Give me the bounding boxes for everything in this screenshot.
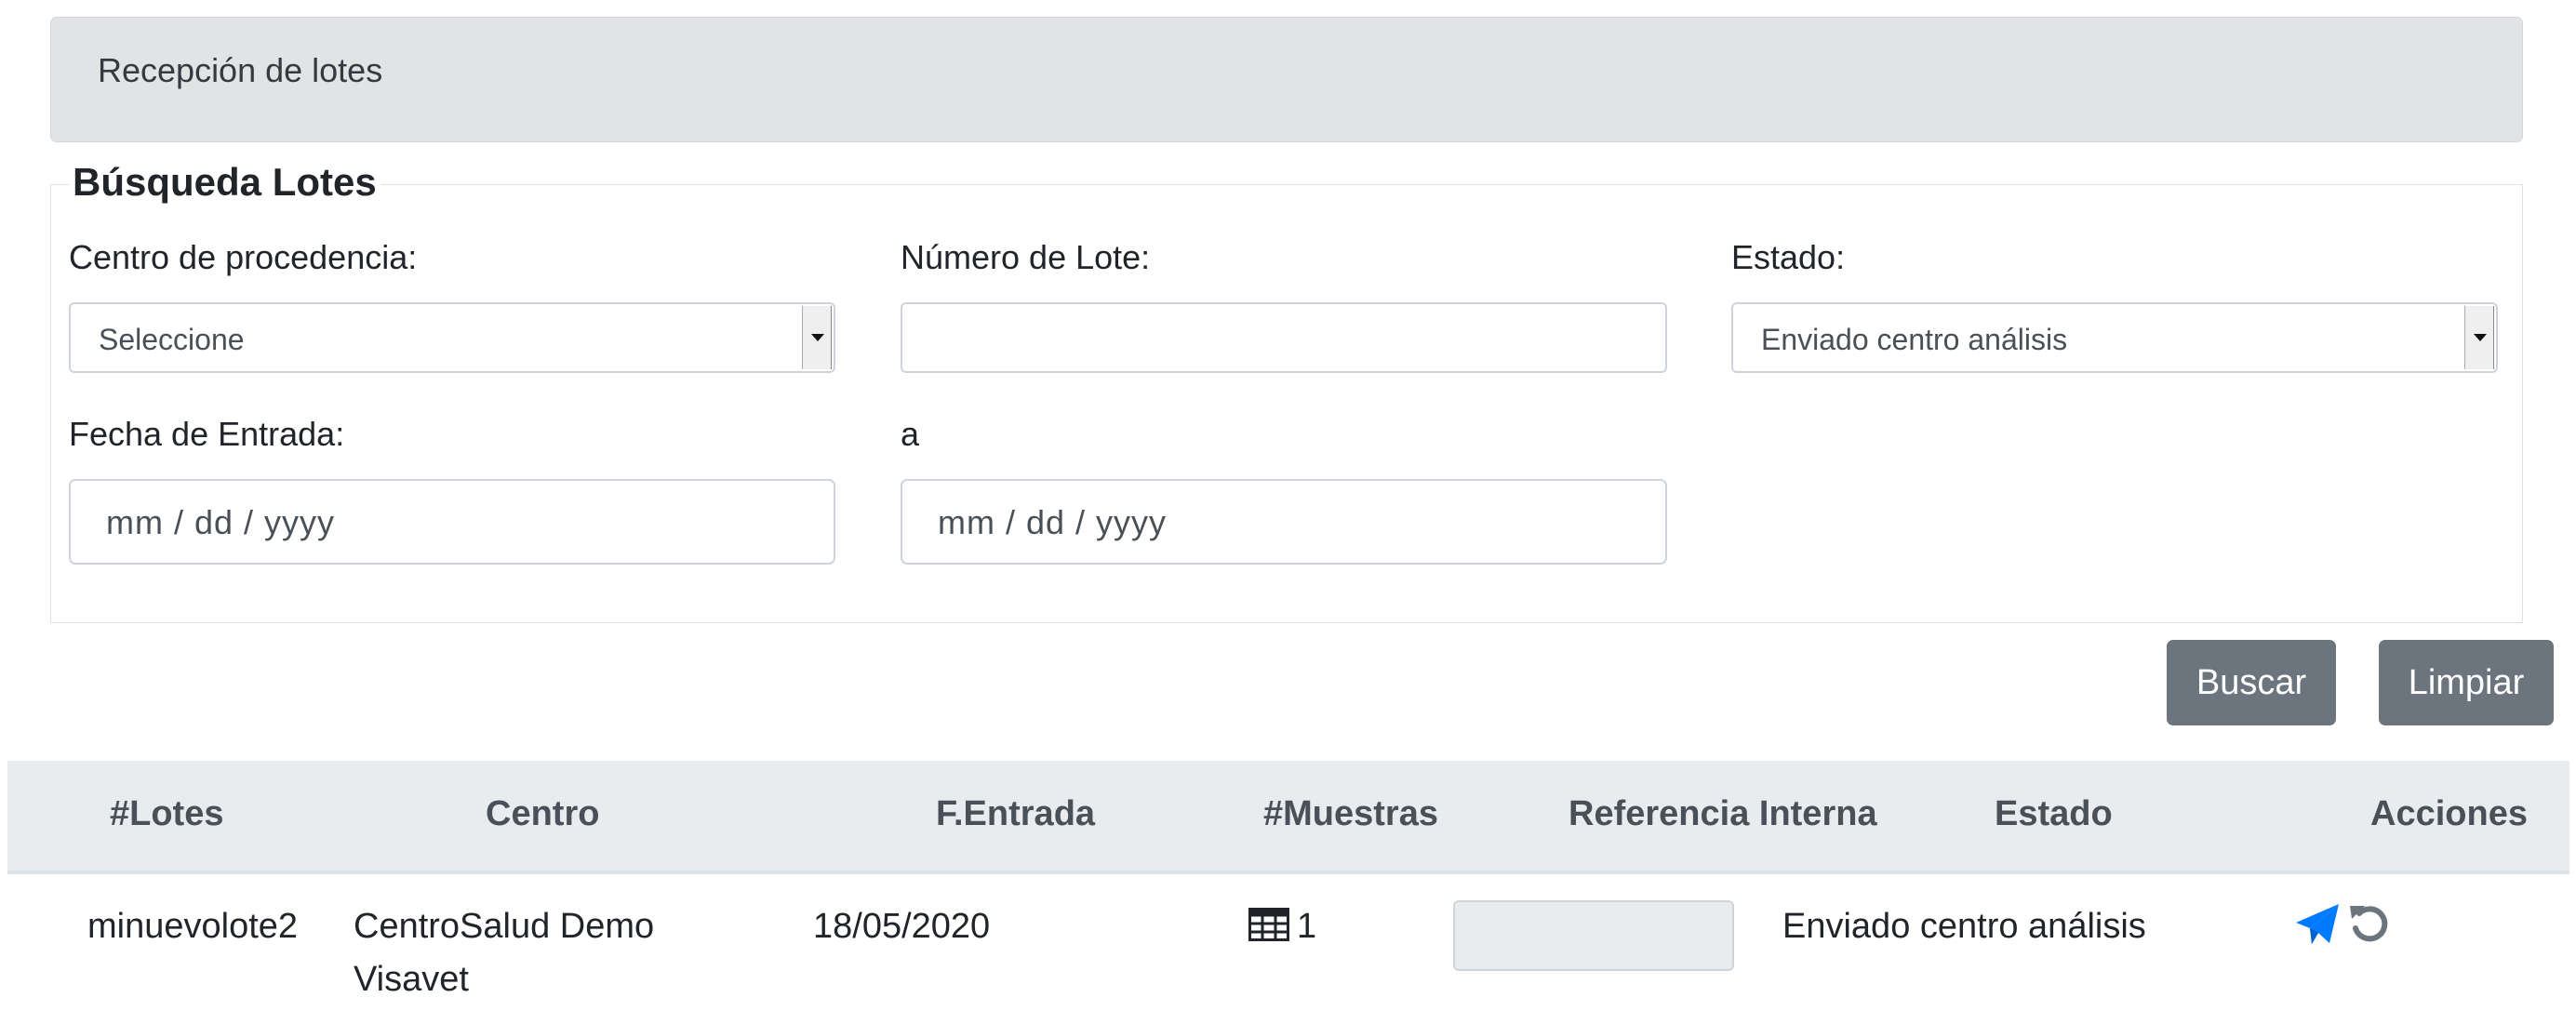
fecha-from-input[interactable]: mm / dd / yyyy <box>69 479 835 565</box>
column-header-fecha: F.Entrada <box>936 794 1096 833</box>
cell-centro-line1: CentroSalud Demo <box>354 907 655 946</box>
estado-select-value: Enviado centro análisis <box>1761 323 2068 356</box>
clear-button[interactable]: Limpiar <box>2379 640 2554 725</box>
page-header: Recepción de lotes <box>50 17 2523 142</box>
cell-estado: Enviado centro análisis <box>1782 907 2146 946</box>
cell-lote: minuevolote2 <box>87 907 299 946</box>
fecha-label: Fecha de Entrada: <box>69 415 345 453</box>
table-icon[interactable] <box>1248 908 1289 941</box>
centro-label: Centro de procedencia: <box>69 238 418 276</box>
centro-select[interactable]: Seleccione <box>69 302 835 373</box>
column-header-centro: Centro <box>486 794 600 833</box>
estado-label: Estado: <box>1731 238 1846 276</box>
undo-icon[interactable] <box>2348 902 2391 945</box>
column-header-estado: Estado <box>1995 794 2113 833</box>
cell-centro-line2: Visavet <box>354 960 469 999</box>
lote-input[interactable] <box>901 302 1667 373</box>
fecha-to-label: a <box>901 415 920 453</box>
search-button[interactable]: Buscar <box>2167 640 2336 725</box>
column-header-muestras: #Muestras <box>1263 794 1438 833</box>
centro-select-value: Seleccione <box>99 323 245 356</box>
page-title: Recepción de lotes <box>98 51 383 89</box>
page: Recepción de lotes Búsqueda Lotes Centro… <box>0 0 2576 1024</box>
column-header-lotes: #Lotes <box>110 794 224 833</box>
fecha-from-placeholder: mm / dd / yyyy <box>106 503 336 541</box>
fecha-to-placeholder: mm / dd / yyyy <box>938 503 1168 541</box>
paper-plane-icon[interactable] <box>2294 902 2341 949</box>
cell-fecha: 18/05/2020 <box>813 907 991 946</box>
column-header-acciones: Acciones <box>2370 794 2528 833</box>
estado-select[interactable]: Enviado centro análisis <box>1731 302 2498 373</box>
lote-label: Número de Lote: <box>901 238 1151 276</box>
referencia-interna-input[interactable] <box>1453 900 1734 971</box>
search-legend: Búsqueda Lotes <box>69 160 380 205</box>
chevron-down-icon <box>2464 306 2494 369</box>
table-header: #Lotes Centro F.Entrada #Muestras Refere… <box>7 761 2569 874</box>
cell-muestras: 1 <box>1297 907 1317 946</box>
chevron-down-icon <box>802 306 832 369</box>
column-header-referencia: Referencia Interna <box>1568 794 1877 833</box>
fecha-to-input[interactable]: mm / dd / yyyy <box>901 479 1667 565</box>
